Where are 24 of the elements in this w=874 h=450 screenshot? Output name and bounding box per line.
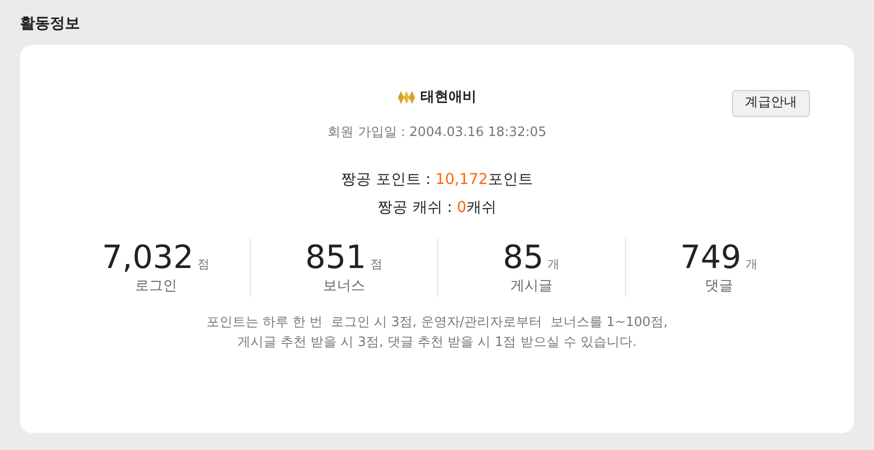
stat-unit: 점 (198, 256, 210, 273)
stat-value: 851 (305, 238, 366, 276)
stat-value: 85 (502, 238, 544, 276)
stat-unit: 개 (548, 256, 560, 273)
balance-value: 0 (456, 196, 466, 218)
balance-unit: 캐쉬 (466, 196, 496, 218)
stat-value: 7,032 (102, 238, 194, 276)
stat-value: 749 (680, 238, 742, 276)
stat-unit: 점 (370, 256, 382, 273)
stat-unit: 개 (745, 256, 758, 273)
stat-label: 게시글 (510, 277, 552, 296)
balance-label: 짱공 캐쉬 : (378, 196, 454, 218)
balance-value: 10,172 (435, 169, 488, 190)
join-date: 회원 가입일 : 2004.03.16 18:32:05 (328, 124, 546, 142)
rank-badge-icon (398, 90, 414, 104)
stat-label: 보너스 (322, 277, 365, 296)
points-note: 포인트는 하루 한 번 로그인 시 3점, 운영자/관리자로부터 보너스를 1~100점, 게시글 추천 받을 시 3점, 댓글 추천 받을 시 1점 받으실 수 있습니다. (206, 314, 668, 352)
grade-guide-button[interactable]: 계급안내 (732, 90, 810, 116)
stat-label: 로그인 (134, 277, 177, 296)
balance-label: 짱공 포인트 : (341, 169, 432, 190)
balance-unit: 포인트 (488, 169, 533, 190)
member-name: 태현애비 (420, 88, 476, 106)
section-title: 활동정보 (20, 13, 81, 34)
stat-label: 댓글 (704, 277, 733, 296)
